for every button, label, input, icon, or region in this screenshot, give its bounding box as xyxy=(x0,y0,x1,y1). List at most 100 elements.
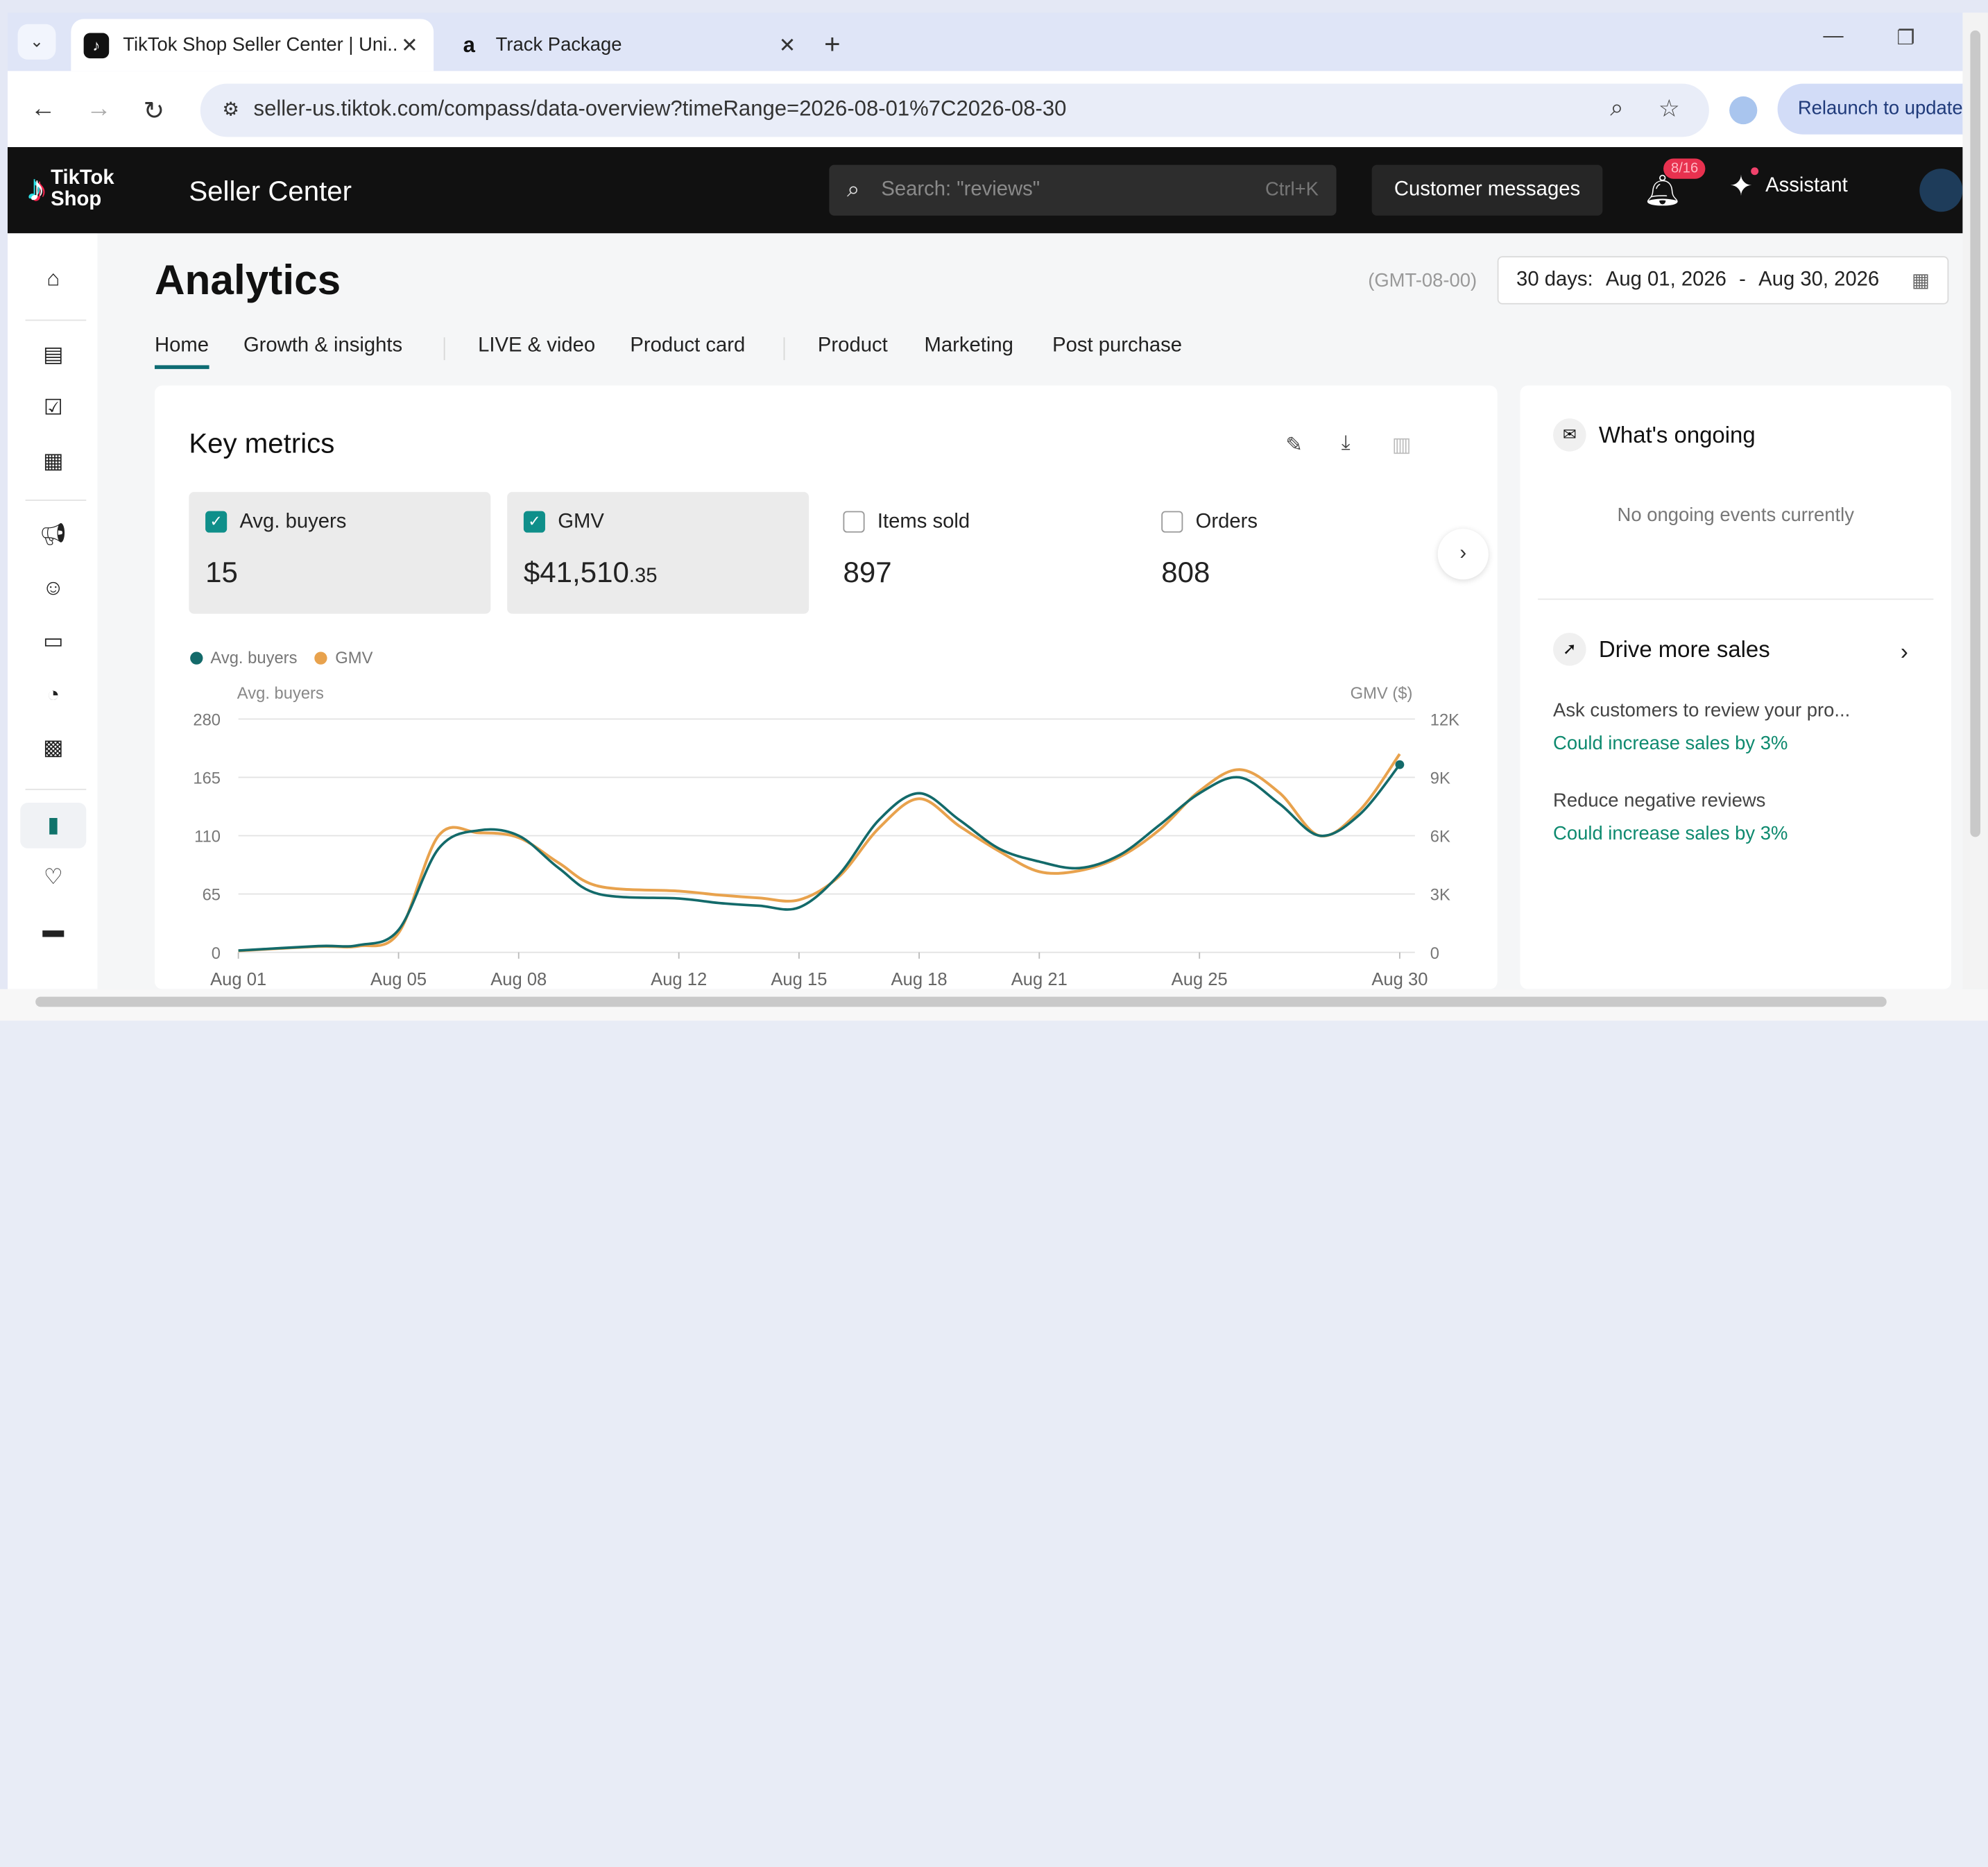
suggestion-text[interactable]: Ask customers to review your pro... xyxy=(1553,700,1850,722)
tab-marketing[interactable]: Marketing xyxy=(924,335,1013,358)
x-tick-label: Aug 18 xyxy=(891,970,948,989)
x-tick-label: Aug 12 xyxy=(651,970,707,989)
date-range-picker[interactable]: 30 days: Aug 01, 2026 - Aug 30, 2026 ▦ xyxy=(1497,256,1949,305)
tiktok-shop-logo[interactable]: ♪ TikTok Shop xyxy=(28,167,114,210)
global-search[interactable]: ⌕ Search: "reviews" Ctrl+K xyxy=(829,164,1337,216)
timezone-label: (GMT-08-00) xyxy=(1368,270,1477,292)
whats-ongoing-header: ✉ What's ongoing xyxy=(1553,418,1756,452)
forward-icon[interactable]: → xyxy=(86,95,112,124)
date-prefix: 30 days: xyxy=(1516,268,1593,291)
apps-icon[interactable]: ▩ xyxy=(20,726,86,771)
shop-icon[interactable]: ▦ xyxy=(20,438,86,484)
key-metrics-card: Key metrics ✎ ⤓ ▥ ✓ Avg. buyers 15 ✓ GMV… xyxy=(154,385,1498,989)
chevron-down-icon: ⌄ xyxy=(30,31,44,51)
assistant-label: Assistant xyxy=(1765,175,1848,197)
url-text[interactable]: seller-us.tiktok.com/compass/data-overvi… xyxy=(254,96,1067,122)
tiktok-logo-icon: ♪ xyxy=(28,169,46,208)
tab-live-video[interactable]: LIVE & video xyxy=(478,335,595,358)
products-icon[interactable]: ☑ xyxy=(20,386,86,432)
line-chart: 0 0 65 3K 110 6K 165 9K 280 12K Aug 01 Aug 05 Aug 08… xyxy=(193,711,1459,989)
sidebar: ⌂ ▤ ☑ ▦ 📢︎ ☺ ▭ ◔ ▩ ▮ ♡ ▬ xyxy=(7,233,98,989)
tab-product-card[interactable]: Product card xyxy=(630,335,745,358)
suggestion-text[interactable]: Reduce negative reviews xyxy=(1553,790,1765,812)
tab-growth-insights[interactable]: Growth & insights xyxy=(243,335,402,358)
x-tick-label: Aug 08 xyxy=(490,970,547,989)
notification-badge: 8/16 xyxy=(1663,158,1706,179)
ads-icon[interactable]: ▭ xyxy=(20,619,86,665)
restore-icon[interactable]: ❐ xyxy=(1896,26,1914,51)
search-shortcut: Ctrl+K xyxy=(1265,178,1319,201)
bookmark-star-icon[interactable]: ☆ xyxy=(1659,95,1680,124)
assistant-button[interactable]: ✦ Assistant xyxy=(1729,167,1848,203)
tab-track-package[interactable]: a Track Package ✕ xyxy=(444,19,812,71)
site-settings-icon[interactable]: ⚙ xyxy=(216,96,246,124)
back-icon[interactable]: ← xyxy=(31,95,56,124)
seller-center-header: ♪ TikTok Shop Seller Center ⌕ Search: "r… xyxy=(7,147,1963,234)
tab-product[interactable]: Product xyxy=(818,335,888,358)
side-panel: ✉ What's ongoing No ongoing events curre… xyxy=(1520,385,1951,989)
left-tick-label: 165 xyxy=(193,769,221,788)
tab-title: TikTok Shop Seller Center | Uni... xyxy=(123,34,398,56)
tab-home[interactable]: Home xyxy=(154,335,209,369)
close-icon[interactable]: ✕ xyxy=(776,33,799,58)
left-tick-label: 0 xyxy=(212,944,221,963)
vertical-scroll-thumb[interactable] xyxy=(1970,30,1981,837)
inbox-icon: ✉ xyxy=(1553,418,1586,452)
right-tick-label: 9K xyxy=(1430,769,1450,788)
minimize-icon[interactable]: — xyxy=(1823,26,1843,49)
calendar-icon[interactable]: ▦ xyxy=(1912,268,1930,291)
customer-messages-button[interactable]: Customer messages xyxy=(1371,164,1603,216)
series-line-gmv xyxy=(238,753,1401,953)
date-separator: - xyxy=(1739,268,1746,291)
x-tick-label: Aug 15 xyxy=(771,970,827,989)
suggestion-impact: Could increase sales by 3% xyxy=(1553,823,1788,845)
suggestion-impact: Could increase sales by 3% xyxy=(1553,733,1788,755)
tiktok-icon: ♪ xyxy=(83,32,110,58)
address-bar[interactable]: ⚙ seller-us.tiktok.com/compass/data-over… xyxy=(200,83,1709,137)
series-line-avg-buyers xyxy=(238,764,1401,952)
affiliate-icon[interactable]: ☺ xyxy=(20,565,86,611)
new-tab-button[interactable]: + xyxy=(824,28,841,61)
user-avatar[interactable] xyxy=(1919,169,1963,212)
tab-title: Track Package xyxy=(495,34,622,56)
support-icon[interactable]: ♡ xyxy=(20,855,86,901)
profile-avatar[interactable] xyxy=(1729,96,1758,125)
live-icon[interactable]: ◔ xyxy=(20,672,86,718)
left-tick-label: 65 xyxy=(203,886,221,905)
data-point xyxy=(1395,760,1405,769)
tab-search-button[interactable]: ⌄ xyxy=(17,24,56,60)
analytics-icon[interactable]: ▮ xyxy=(20,802,87,849)
browser-window: ⌄ ♪ TikTok Shop Seller Center | Uni... ✕… xyxy=(0,0,1988,1021)
right-tick-label: 3K xyxy=(1430,886,1450,905)
date-end[interactable]: Aug 30, 2026 xyxy=(1758,268,1879,291)
orders-icon[interactable]: ▤ xyxy=(20,332,86,378)
seller-center-title: Seller Center xyxy=(189,175,352,207)
amazon-icon: a xyxy=(463,32,475,57)
right-tick-label: 0 xyxy=(1430,944,1439,963)
ongoing-empty-text: No ongoing events currently xyxy=(1617,504,1854,527)
page-title: Analytics xyxy=(154,256,341,303)
logo-line1: TikTok xyxy=(51,167,114,189)
x-tick-label: Aug 01 xyxy=(210,970,266,989)
rocket-icon: ➚ xyxy=(1553,633,1586,666)
finance-icon[interactable]: ▬ xyxy=(20,908,86,954)
browser-toolbar: ← → ↻ ⚙ seller-us.tiktok.com/compass/dat… xyxy=(7,71,1963,148)
search-placeholder: Search: "reviews" xyxy=(881,178,1040,201)
marketing-megaphone-icon[interactable]: 📢︎ xyxy=(20,512,86,558)
left-tick-label: 280 xyxy=(193,711,221,730)
close-icon[interactable]: ✕ xyxy=(398,33,421,58)
tab-strip: ⌄ ♪ TikTok Shop Seller Center | Uni... ✕… xyxy=(7,12,1963,71)
x-tick-label: Aug 05 xyxy=(370,970,427,989)
reload-icon[interactable]: ↻ xyxy=(144,95,165,127)
tab-post-purchase[interactable]: Post purchase xyxy=(1052,335,1182,358)
relaunch-button[interactable]: Relaunch to update xyxy=(1777,83,1963,135)
chevron-right-icon[interactable]: › xyxy=(1901,639,1908,665)
horizontal-scroll-thumb[interactable] xyxy=(35,996,1887,1007)
search-icon: ⌕ xyxy=(846,176,860,202)
date-start[interactable]: Aug 01, 2026 xyxy=(1606,268,1726,291)
tab-tiktok-seller-center[interactable]: ♪ TikTok Shop Seller Center | Uni... ✕ xyxy=(71,19,434,71)
home-icon[interactable]: ⌂ xyxy=(20,256,86,302)
drive-sales-header[interactable]: ➚ Drive more sales xyxy=(1553,633,1770,666)
analytics-main: Analytics (GMT-08-00) 30 days: Aug 01, 2… xyxy=(97,233,1963,989)
zoom-icon[interactable]: ⌕ xyxy=(1610,95,1623,123)
